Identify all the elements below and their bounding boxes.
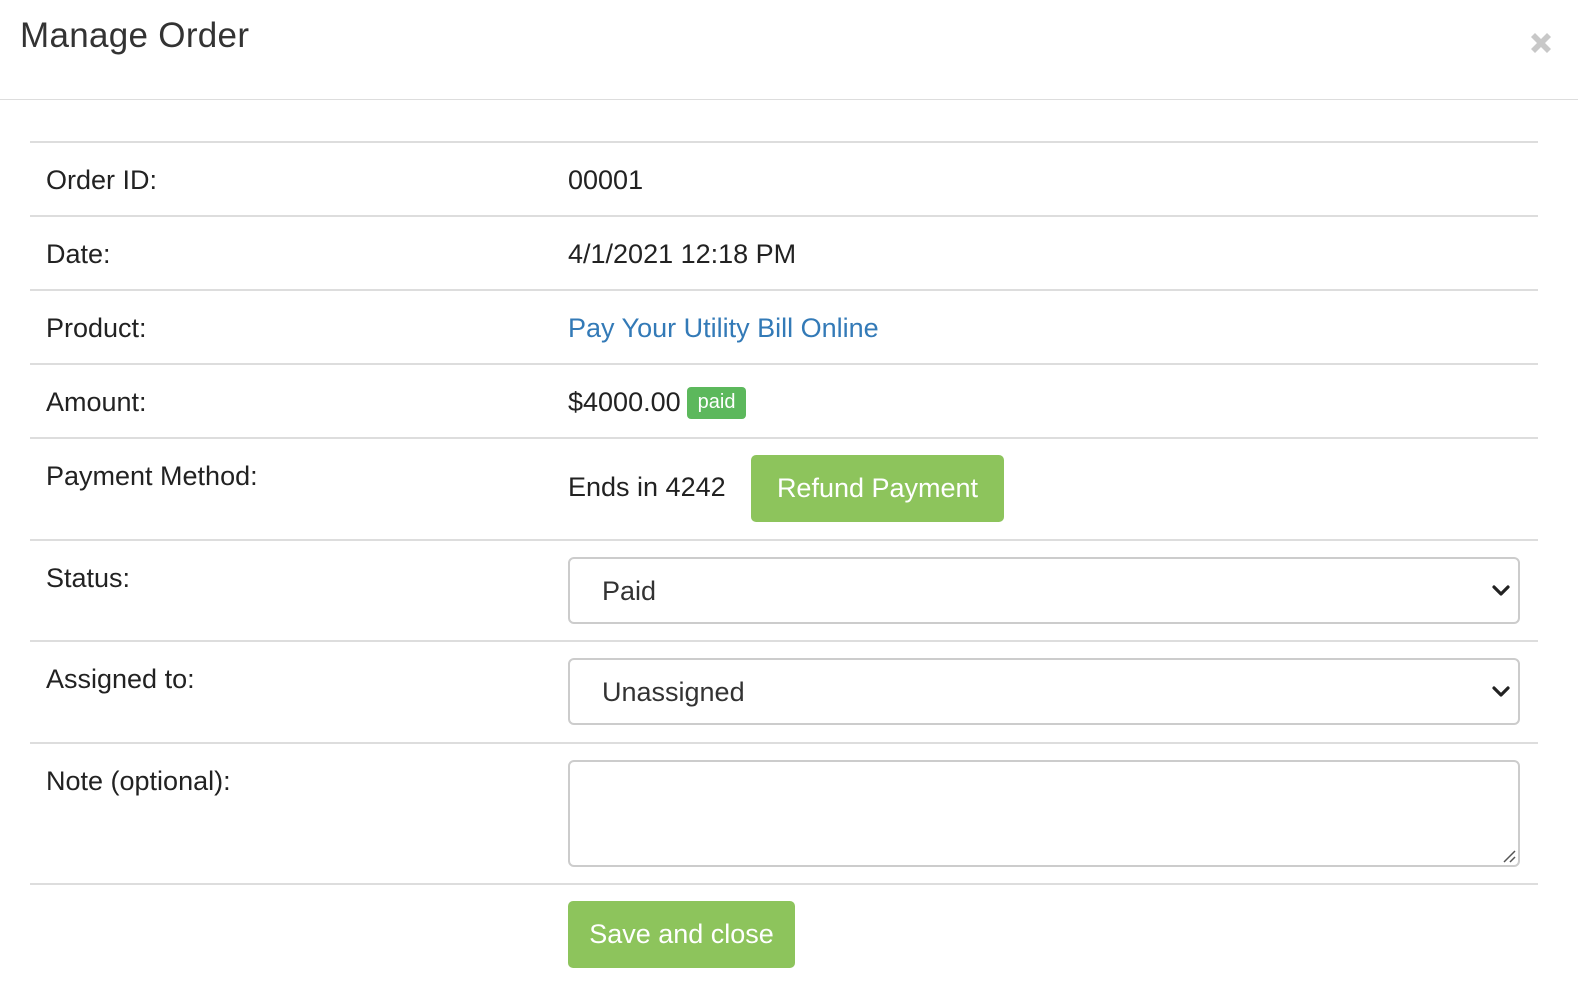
manage-order-modal: Manage Order Order ID: 00001 Date: 4/1/2…: [0, 0, 1578, 1002]
status-select[interactable]: Paid: [568, 557, 1520, 624]
date-label: Date:: [46, 239, 111, 269]
row-status: Status: Paid: [30, 541, 1538, 642]
assigned-to-select[interactable]: Unassigned: [568, 658, 1520, 725]
status-select-value: Paid: [602, 576, 657, 606]
row-assigned-to: Assigned to: Unassigned: [30, 642, 1538, 744]
product-value: Pay Your Utility Bill Online: [568, 313, 879, 344]
amount-label: Amount:: [46, 387, 147, 417]
resize-grip-icon[interactable]: [1500, 847, 1516, 863]
save-and-close-button[interactable]: Save and close: [568, 901, 795, 968]
assigned-to-label: Assigned to:: [46, 664, 195, 694]
close-icon: [1531, 33, 1551, 53]
refund-payment-button[interactable]: Refund Payment: [751, 455, 1004, 522]
close-button[interactable]: [1526, 28, 1556, 58]
product-link[interactable]: Pay Your Utility Bill Online: [568, 313, 879, 343]
footer-actions: Save and close: [30, 885, 1538, 985]
status-label: Status:: [46, 563, 131, 593]
amount-value-wrap: $4000.00 paid: [568, 387, 747, 419]
order-id-value: 00001: [568, 165, 644, 195]
amount-value: $4000.00: [568, 387, 681, 417]
payment-method-value: Ends in 4242: [568, 472, 726, 502]
note-label: Note (optional):: [46, 766, 231, 796]
date-value: 4/1/2021 12:18 PM: [568, 239, 797, 269]
order-id-label: Order ID:: [46, 165, 158, 195]
row-date: Date: 4/1/2021 12:18 PM: [30, 217, 1538, 291]
row-product: Product: Pay Your Utility Bill Online: [30, 291, 1538, 365]
chevron-down-icon: [1492, 585, 1510, 596]
assigned-to-select-value: Unassigned: [602, 677, 745, 707]
payment-method-label: Payment Method:: [46, 461, 258, 491]
note-textarea[interactable]: [568, 760, 1520, 867]
row-note: Note (optional):: [30, 744, 1538, 885]
product-label: Product:: [46, 313, 147, 343]
row-amount: Amount: $4000.00 paid: [30, 365, 1538, 439]
status-badge: paid: [686, 387, 747, 419]
row-payment-method: Payment Method: Ends in 4242 Refund Paym…: [30, 439, 1538, 541]
modal-header: Manage Order: [0, 0, 1578, 100]
order-details-table: Order ID: 00001 Date: 4/1/2021 12:18 PM …: [30, 141, 1538, 985]
row-order-id: Order ID: 00001: [30, 143, 1538, 217]
chevron-down-icon: [1492, 686, 1510, 697]
modal-title: Manage Order: [20, 16, 250, 55]
